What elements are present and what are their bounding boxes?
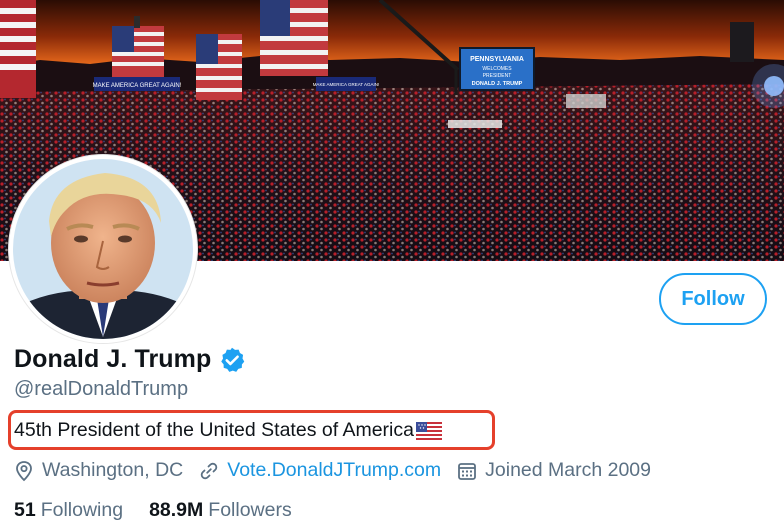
location-item: Washington, DC: [14, 459, 183, 482]
website-item[interactable]: Vote.DonaldJTrump.com: [199, 459, 441, 482]
verified-badge-icon: [218, 346, 246, 374]
bio-text: 45th President of the United States of A…: [14, 419, 414, 441]
screen-line-3: PRESIDENT: [483, 73, 512, 79]
joined-item: Joined March 2009: [457, 459, 651, 482]
link-icon: [201, 462, 218, 479]
website-link[interactable]: Vote.DonaldJTrump.com: [227, 459, 441, 482]
followers-stat[interactable]: 88.9M Followers: [149, 499, 292, 522]
profile-bio: 45th President of the United States of A…: [14, 419, 442, 442]
following-label: Following: [40, 499, 124, 521]
profile-name-row: Donald J. Trump: [14, 345, 246, 374]
followers-count: 88.9M: [149, 499, 204, 521]
banner-sign-mid: MAKE AMERICA GREAT AGAIN!: [313, 82, 380, 87]
joined-text: Joined March 2009: [485, 459, 651, 481]
location-pin-icon: [16, 460, 32, 481]
follow-button[interactable]: Follow: [659, 273, 767, 325]
profile-handle: @realDonaldTrump: [14, 378, 189, 400]
screen-line-2: WELCOMES: [482, 66, 512, 72]
us-flag-icon: [415, 421, 442, 440]
calendar-icon: [458, 462, 477, 480]
banner-sign-left: MAKE AMERICA GREAT AGAIN!: [93, 83, 182, 89]
following-count: 51: [14, 499, 36, 521]
screen-line-4: DONALD J. TRUMP: [472, 81, 523, 87]
profile-meta-row: Washington, DC Vote.DonaldJTrump.com Joi…: [14, 459, 667, 482]
screen-line-1: PENNSYLVANIA: [470, 56, 524, 63]
display-name: Donald J. Trump: [14, 345, 212, 373]
following-stat[interactable]: 51 Following: [14, 499, 123, 522]
followers-label: Followers: [208, 499, 292, 521]
profile-avatar[interactable]: [9, 155, 197, 343]
profile-stats: 51 Following 88.9M Followers: [14, 499, 318, 522]
avatar-photo: [13, 159, 193, 339]
location-text: Washington, DC: [42, 459, 184, 481]
